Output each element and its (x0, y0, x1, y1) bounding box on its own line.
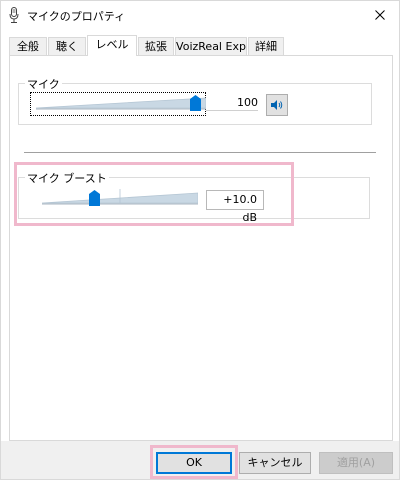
levels-panel: マイク 100 マイク ブースト +10.0 dB (9, 55, 393, 441)
title-bar: マイクのプロパティ (1, 1, 399, 28)
tab-general[interactable]: 全般 (9, 37, 47, 55)
mic-level-value[interactable]: 100 (206, 96, 258, 111)
tab-strip: 全般 聴く レベル 拡張 VoizReal Exp 詳細 (9, 35, 393, 56)
dialog-footer: OK キャンセル 適用(A) (1, 441, 399, 479)
mic-mute-button[interactable] (266, 94, 288, 116)
mic-slider-track (36, 97, 206, 110)
speaker-icon (271, 100, 283, 110)
apply-button[interactable]: 適用(A) (319, 452, 393, 474)
microphone-icon (9, 7, 19, 23)
mic-group-label: マイク (25, 76, 62, 92)
properties-window: マイクのプロパティ 全般 聴く レベル 拡張 VoizReal Exp 詳細 マ… (0, 0, 400, 480)
mic-slider-thumb[interactable] (190, 95, 201, 111)
mic-level-slider[interactable] (36, 94, 206, 114)
tab-enhancements[interactable]: 拡張 (138, 37, 174, 55)
tab-voizreal-exp[interactable]: VoizReal Exp (175, 37, 247, 55)
ok-highlight-box (150, 445, 238, 479)
tab-levels[interactable]: レベル (87, 35, 137, 56)
boost-highlight-box (14, 162, 294, 226)
close-icon (375, 10, 385, 20)
section-divider (24, 152, 376, 153)
tab-advanced[interactable]: 詳細 (248, 37, 284, 55)
window-title: マイクのプロパティ (27, 10, 126, 23)
cancel-button[interactable]: キャンセル (239, 452, 311, 474)
close-button[interactable] (369, 4, 391, 26)
tab-listen[interactable]: 聴く (48, 37, 86, 55)
